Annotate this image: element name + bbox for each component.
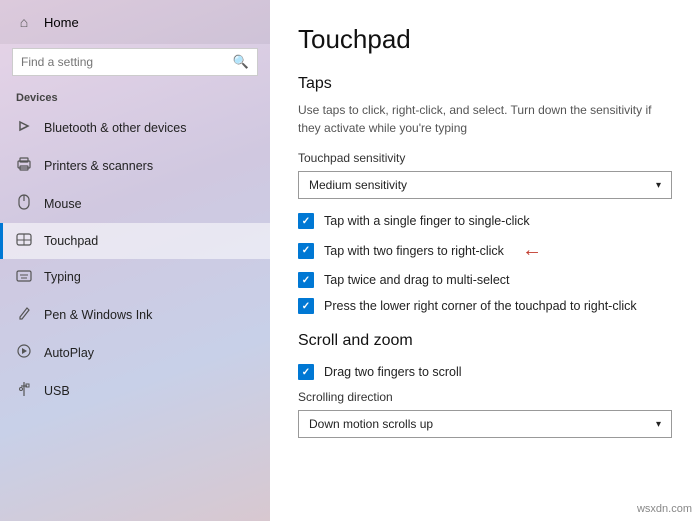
sidebar-item-printers[interactable]: Printers & scanners [0, 147, 270, 184]
checkbox-single-label: Tap with a single finger to single-click [324, 214, 530, 228]
annotation-arrow: ← [522, 239, 542, 262]
taps-section-title: Taps [298, 75, 672, 93]
typing-icon [16, 269, 32, 285]
checkbox-rightclick-box[interactable]: ✓ [298, 243, 314, 259]
checkbox-scroll-box[interactable]: ✓ [298, 364, 314, 380]
bluetooth-icon [16, 118, 32, 137]
sensitivity-label: Touchpad sensitivity [298, 151, 672, 165]
checkbox-scroll: ✓ Drag two fingers to scroll [298, 364, 672, 380]
autoplay-icon [16, 344, 32, 361]
sidebar-home-button[interactable]: ⌂ Home [0, 0, 270, 44]
search-box[interactable]: 🔍 [12, 48, 258, 76]
direction-label: Scrolling direction [298, 390, 672, 404]
checkmark-icon: ✓ [302, 216, 310, 227]
usb-label: USB [44, 384, 70, 398]
mouse-label: Mouse [44, 197, 82, 211]
checkbox-drag-label: Tap twice and drag to multi-select [324, 273, 510, 287]
checkbox-drag: ✓ Tap twice and drag to multi-select [298, 272, 672, 288]
usb-icon [16, 381, 32, 400]
home-icon: ⌂ [16, 14, 32, 30]
checkmark-icon: ✓ [302, 367, 310, 378]
taps-description: Use taps to click, right-click, and sele… [298, 101, 672, 137]
checkmark-icon: ✓ [302, 275, 310, 286]
sidebar-item-bluetooth[interactable]: Bluetooth & other devices [0, 108, 270, 147]
checkbox-corner: ✓ Press the lower right corner of the to… [298, 298, 672, 314]
pen-label: Pen & Windows Ink [44, 308, 152, 322]
watermark: wsxdn.com [637, 503, 692, 515]
checkbox-rightclick-label: Tap with two fingers to right-click [324, 244, 504, 258]
checkbox-corner-box[interactable]: ✓ [298, 298, 314, 314]
search-icon: 🔍 [233, 54, 249, 70]
sensitivity-value: Medium sensitivity [309, 178, 407, 192]
sidebar-item-pen[interactable]: Pen & Windows Ink [0, 295, 270, 334]
sensitivity-dropdown[interactable]: Medium sensitivity ▾ [298, 171, 672, 199]
checkbox-rightclick: ✓ Tap with two fingers to right-click ← [298, 239, 672, 262]
touchpad-icon [16, 233, 32, 249]
direction-chevron-icon: ▾ [656, 419, 661, 430]
scroll-section-title: Scroll and zoom [298, 332, 672, 350]
checkmark-icon: ✓ [302, 301, 310, 312]
autoplay-label: AutoPlay [44, 346, 94, 360]
sensitivity-chevron-icon: ▾ [656, 180, 661, 191]
checkbox-single: ✓ Tap with a single finger to single-cli… [298, 213, 672, 229]
devices-section-label: Devices [0, 86, 270, 108]
direction-dropdown[interactable]: Down motion scrolls up ▾ [298, 410, 672, 438]
sidebar-item-autoplay[interactable]: AutoPlay [0, 334, 270, 371]
home-label: Home [44, 15, 79, 30]
printers-label: Printers & scanners [44, 159, 153, 173]
checkmark-icon: ✓ [302, 245, 310, 256]
sidebar-item-usb[interactable]: USB [0, 371, 270, 410]
sidebar-item-mouse[interactable]: Mouse [0, 184, 270, 223]
touchpad-label: Touchpad [44, 234, 98, 248]
section-divider: Scroll and zoom [298, 332, 672, 350]
page-title: Touchpad [298, 24, 672, 55]
mouse-icon [16, 194, 32, 213]
sidebar-item-typing[interactable]: Typing [0, 259, 270, 295]
checkbox-scroll-label: Drag two fingers to scroll [324, 365, 462, 379]
bluetooth-label: Bluetooth & other devices [44, 121, 186, 135]
sidebar-item-touchpad[interactable]: Touchpad [0, 223, 270, 259]
printers-icon [16, 157, 32, 174]
search-input[interactable] [21, 55, 227, 69]
checkbox-drag-box[interactable]: ✓ [298, 272, 314, 288]
direction-value: Down motion scrolls up [309, 417, 433, 431]
sidebar: ⌂ Home 🔍 Devices Bluetooth & other devic… [0, 0, 270, 521]
main-content: Touchpad Taps Use taps to click, right-c… [270, 0, 700, 521]
pen-icon [16, 305, 32, 324]
typing-label: Typing [44, 270, 81, 284]
checkbox-corner-label: Press the lower right corner of the touc… [324, 299, 637, 313]
checkbox-single-box[interactable]: ✓ [298, 213, 314, 229]
